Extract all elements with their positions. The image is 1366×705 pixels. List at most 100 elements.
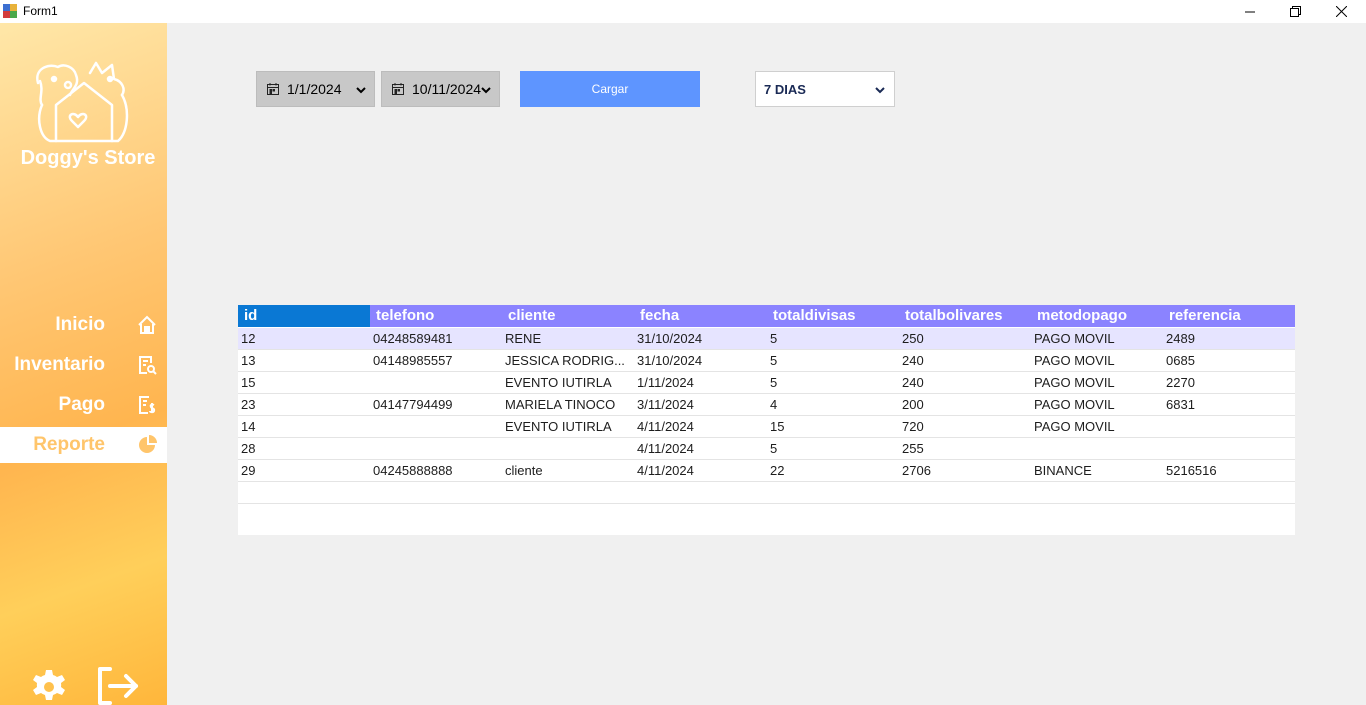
cell-metodopago[interactable]: PAGO MOVIL xyxy=(1031,416,1163,438)
dog-logo-icon xyxy=(36,61,129,143)
cell-metodopago[interactable]: PAGO MOVIL xyxy=(1031,394,1163,416)
restore-button[interactable] xyxy=(1272,0,1318,23)
cell-metodopago[interactable]: PAGO MOVIL xyxy=(1031,328,1163,350)
cell-cliente[interactable]: EVENTO IUTIRLA xyxy=(502,416,634,438)
inventory-search-icon xyxy=(139,356,157,375)
cell-telefono[interactable] xyxy=(370,438,502,460)
minimize-button[interactable] xyxy=(1227,0,1273,23)
nav-item-inicio[interactable]: Inicio xyxy=(0,307,167,343)
cell-fecha[interactable]: 3/11/2024 xyxy=(634,394,767,416)
cell-fecha[interactable]: 1/11/2024 xyxy=(634,372,767,394)
cell-totalbolivares[interactable]: 250 xyxy=(899,328,1031,350)
date-to-value: 10/11/2024 xyxy=(412,81,482,97)
cell-totaldivisas[interactable]: 5 xyxy=(767,372,899,394)
cell-metodopago[interactable] xyxy=(1031,438,1163,460)
brand-name: Doggy's Store xyxy=(20,147,156,169)
cell-cliente[interactable]: RENE xyxy=(502,328,634,350)
cell-referencia[interactable]: 5216516 xyxy=(1163,460,1295,482)
cell-totaldivisas[interactable]: 5 xyxy=(767,350,899,372)
cell-metodopago[interactable]: PAGO MOVIL xyxy=(1031,372,1163,394)
cell-fecha[interactable]: 31/10/2024 xyxy=(634,328,767,350)
cell-telefono[interactable] xyxy=(370,416,502,438)
cell-telefono[interactable] xyxy=(370,372,502,394)
table-row[interactable]: 14 EVENTO IUTIRLA 4/11/2024 15 720 PAGO MOVIL xyxy=(238,416,1295,438)
minimize-icon xyxy=(1245,11,1255,12)
cell-totaldivisas[interactable]: 5 xyxy=(767,438,899,460)
cell-cliente[interactable]: JESSICA RODRIG... xyxy=(502,350,634,372)
table-row[interactable]: 13 04148985557 JESSICA RODRIG... 31/10/2024… xyxy=(238,350,1295,372)
table-row[interactable]: 12 04248589481 RENE 31/10/2024 5 250 PAGO MOVI… xyxy=(238,328,1295,350)
date-to-picker[interactable]: 10/11/2024 xyxy=(381,71,500,107)
table-row[interactable]: 29 04245888888 cliente 4/11/2024 22 2706 BINAN… xyxy=(238,460,1295,482)
cell-totalbolivares[interactable]: 720 xyxy=(899,416,1031,438)
column-header-cliente[interactable]: cliente xyxy=(502,305,634,327)
cell-cliente[interactable]: MARIELA TINOCO xyxy=(502,394,634,416)
cell-fecha[interactable]: 4/11/2024 xyxy=(634,460,767,482)
column-header-totaldivisas[interactable]: totaldivisas xyxy=(767,305,899,327)
cell-id[interactable]: 12 xyxy=(238,328,370,350)
cell-id[interactable]: 28 xyxy=(238,438,370,460)
table-row[interactable]: 23 04147794499 MARIELA TINOCO 3/11/2024 4 200… xyxy=(238,394,1295,416)
cell-totaldivisas[interactable]: 4 xyxy=(767,394,899,416)
column-header-telefono[interactable]: telefono xyxy=(370,305,502,327)
cell-metodopago[interactable]: PAGO MOVIL xyxy=(1031,350,1163,372)
cell-fecha[interactable]: 4/11/2024 xyxy=(634,416,767,438)
gear-icon[interactable] xyxy=(31,669,67,705)
cell-totalbolivares[interactable]: 2706 xyxy=(899,460,1031,482)
cell-telefono[interactable]: 04148985557 xyxy=(370,350,502,372)
nav-item-reporte[interactable]: Reporte xyxy=(0,427,167,463)
cell-totaldivisas[interactable]: 5 xyxy=(767,328,899,350)
cell-id[interactable]: 23 xyxy=(238,394,370,416)
sidebar: Doggy's Store Inicio Inventario Pago Rep… xyxy=(0,23,167,705)
cell-referencia[interactable] xyxy=(1163,416,1295,438)
cell-fecha[interactable]: 31/10/2024 xyxy=(634,350,767,372)
close-button[interactable] xyxy=(1318,0,1364,23)
column-header-fecha[interactable]: fecha xyxy=(634,305,767,327)
cell-telefono[interactable]: 04245888888 xyxy=(370,460,502,482)
cell-referencia[interactable] xyxy=(1163,438,1295,460)
date-from-value: 1/1/2024 xyxy=(287,81,342,97)
payment-document-icon xyxy=(139,396,156,414)
cell-cliente[interactable] xyxy=(502,438,634,460)
load-button[interactable]: Cargar xyxy=(520,71,700,107)
cell-referencia[interactable]: 6831 xyxy=(1163,394,1295,416)
cell-id[interactable]: 14 xyxy=(238,416,370,438)
cell-cliente[interactable]: EVENTO IUTIRLA xyxy=(502,372,634,394)
cell-metodopago[interactable]: BINANCE xyxy=(1031,460,1163,482)
cell-cliente[interactable]: cliente xyxy=(502,460,634,482)
cell-referencia[interactable]: 2489 xyxy=(1163,328,1295,350)
column-header-metodopago[interactable]: metodopago xyxy=(1031,305,1163,327)
range-select[interactable]: 7 DIAS xyxy=(755,71,895,107)
range-select-value: 7 DIAS xyxy=(764,82,806,97)
logout-icon[interactable] xyxy=(96,665,140,705)
home-icon xyxy=(138,315,156,334)
cell-id[interactable]: 15 xyxy=(238,372,370,394)
table-row[interactable]: 28 4/11/2024 5 255 xyxy=(238,438,1295,460)
cell-telefono[interactable]: 04147794499 xyxy=(370,394,502,416)
cell-fecha[interactable]: 4/11/2024 xyxy=(634,438,767,460)
nav-label: Pago xyxy=(58,394,105,415)
cell-totaldivisas[interactable]: 22 xyxy=(767,460,899,482)
cell-totalbolivares[interactable]: 240 xyxy=(899,350,1031,372)
date-from-picker[interactable]: 1/1/2024 xyxy=(256,71,375,107)
cell-telefono[interactable]: 04248589481 xyxy=(370,328,502,350)
cell-totalbolivares[interactable]: 200 xyxy=(899,394,1031,416)
calendar-icon xyxy=(267,83,279,95)
column-header-totalbolivares[interactable]: totalbolivares xyxy=(899,305,1031,327)
column-header-id[interactable]: id xyxy=(238,305,370,327)
nav-label: Inventario xyxy=(14,354,105,375)
window-title: Form1 xyxy=(23,4,58,18)
nav-item-pago[interactable]: Pago xyxy=(0,387,167,423)
sales-table[interactable]: id telefono cliente fecha totaldivisas totalb… xyxy=(238,305,1295,535)
table-row[interactable]: 15 EVENTO IUTIRLA 1/11/2024 5 240 PAGO MOVIL 2… xyxy=(238,372,1295,394)
chevron-down-icon xyxy=(356,87,366,94)
column-header-referencia[interactable]: referencia xyxy=(1163,305,1295,327)
nav-item-inventario[interactable]: Inventario xyxy=(0,347,167,383)
cell-referencia[interactable]: 2270 xyxy=(1163,372,1295,394)
cell-id[interactable]: 13 xyxy=(238,350,370,372)
cell-totalbolivares[interactable]: 240 xyxy=(899,372,1031,394)
cell-totaldivisas[interactable]: 15 xyxy=(767,416,899,438)
cell-id[interactable]: 29 xyxy=(238,460,370,482)
cell-referencia[interactable]: 0685 xyxy=(1163,350,1295,372)
cell-totalbolivares[interactable]: 255 xyxy=(899,438,1031,460)
